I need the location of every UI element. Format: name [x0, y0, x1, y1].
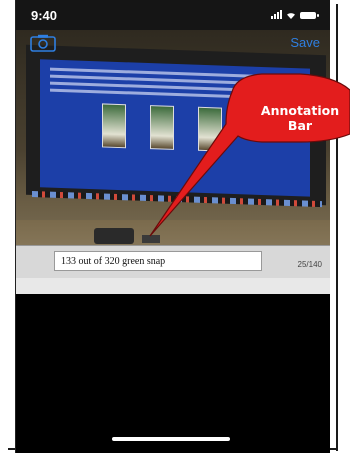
camera-toolbar: Save — [16, 30, 330, 56]
callout-label-line1: Annotation — [260, 103, 340, 118]
frame-edge-right — [336, 4, 338, 451]
annotation-bar-underlay — [16, 278, 330, 294]
callout-label: Annotation Bar — [240, 103, 350, 133]
home-indicator[interactable] — [112, 437, 230, 441]
photo-counter: 25/140 — [297, 260, 322, 269]
slide-photo — [198, 106, 222, 152]
callout-label-line2: Bar — [287, 118, 313, 133]
slide-text-line — [50, 88, 230, 98]
desk-device-small — [142, 235, 160, 243]
status-bar: 9:40 — [16, 0, 330, 30]
screenshot-canvas: 9:40 Save 25/140 — [0, 0, 350, 453]
signal-icon — [271, 10, 282, 19]
slide-photo — [150, 105, 174, 150]
desk-device — [94, 228, 134, 244]
wifi-icon — [287, 13, 295, 19]
phone-screen: 9:40 Save 25/140 — [15, 0, 330, 453]
status-time: 9:40 — [31, 8, 58, 23]
status-icons — [271, 10, 319, 19]
keyboard-area — [16, 294, 330, 453]
battery-icon — [300, 12, 319, 19]
save-button[interactable]: Save — [290, 35, 320, 50]
annotation-input[interactable] — [54, 251, 262, 271]
camera-icon[interactable] — [30, 34, 56, 52]
annotation-bar: 25/140 — [16, 245, 330, 279]
slide-photo — [102, 103, 126, 149]
